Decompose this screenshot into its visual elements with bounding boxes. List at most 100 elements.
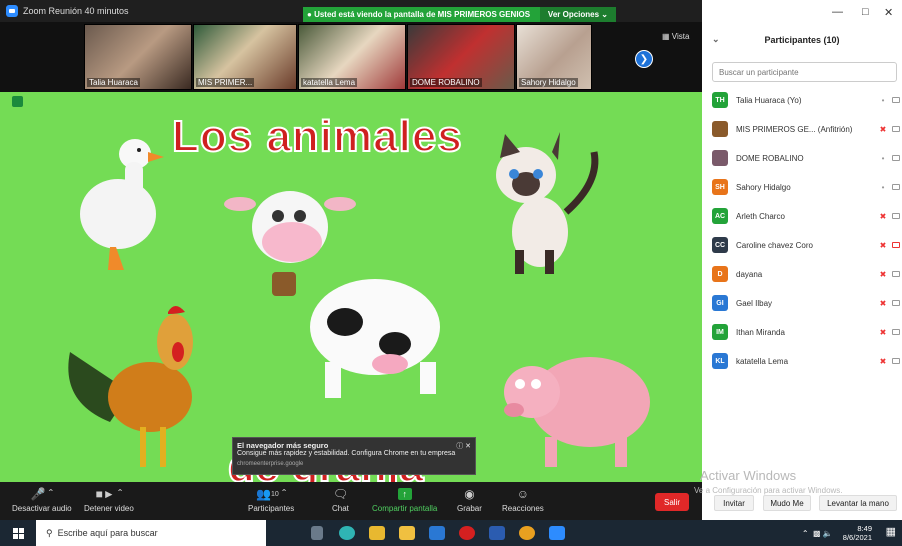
video-off-icon[interactable]: [892, 242, 900, 248]
mail-icon[interactable]: [422, 520, 452, 546]
thumbnail-name: Sahory Hidalgo: [519, 78, 578, 87]
share-banner-text: Usted está viendo la pantalla de MIS PRI…: [314, 10, 531, 19]
edge-icon[interactable]: [332, 520, 362, 546]
participant-row[interactable]: AC Arleth Charco ✖: [712, 203, 902, 229]
video-icon[interactable]: [892, 271, 900, 277]
shared-screen: Los animales El navegador más seguro Con…: [0, 92, 702, 482]
leave-label: Salir: [663, 497, 680, 507]
windows-taskbar: ⚲ Escribe aquí para buscar: [0, 520, 902, 546]
reactions-button[interactable]: ☺ Reacciones: [502, 484, 544, 513]
microphone-muted-icon[interactable]: ✖: [879, 357, 887, 366]
view-button[interactable]: ▦ Vista: [662, 32, 689, 41]
video-camera-icon: ■► ˆ: [95, 487, 123, 501]
video-thumbnail[interactable]: Talia Huaraca: [84, 24, 192, 90]
share-screen-label: Compartir pantalla: [372, 504, 438, 513]
participant-row[interactable]: DOME ROBALINO •: [712, 145, 902, 171]
share-screen-button[interactable]: ↑ Compartir pantalla: [372, 484, 437, 513]
windows-start-icon[interactable]: [0, 520, 36, 546]
tray-icons[interactable]: ⌃ ▩ 🔈: [802, 529, 833, 538]
video-icon[interactable]: [892, 213, 900, 219]
microphone-icon: 🎤 ˆ: [30, 487, 53, 501]
clock-time: 8:49: [857, 524, 872, 533]
video-icon[interactable]: [892, 155, 900, 161]
microphone-icon[interactable]: •: [879, 154, 887, 163]
video-icon[interactable]: [892, 126, 900, 132]
panel-header: ⌄ Participantes (10): [702, 27, 902, 52]
participant-row[interactable]: IM Ithan Miranda ✖: [712, 319, 902, 345]
view-label: Vista: [671, 32, 690, 41]
share-banner-message: ● Usted está viendo la pantalla de MIS P…: [307, 10, 531, 19]
chat-button[interactable]: 🗨 Chat: [332, 484, 349, 513]
microphone-icon[interactable]: •: [879, 183, 887, 192]
participant-row[interactable]: Ddayana ✖: [712, 261, 902, 287]
view-options-button[interactable]: Ver Opciones ⌄: [539, 7, 616, 22]
record-button[interactable]: ◉ Grabar: [457, 484, 482, 513]
participant-row[interactable]: SH Sahory Hidalgo •: [712, 174, 902, 200]
chrome-notification-toast[interactable]: El navegador más seguro Consigue más rap…: [232, 437, 476, 475]
participant-name: dayana: [736, 269, 763, 279]
word-icon[interactable]: [482, 520, 512, 546]
participant-row[interactable]: MIS PRIMEROS GE... (Anfitrión) ✖: [712, 116, 902, 142]
mute-me-label: Mudo Me: [770, 498, 804, 508]
video-icon[interactable]: [892, 97, 900, 103]
pig-image: [504, 357, 650, 467]
video-thumbnail[interactable]: DOME ROBALINO: [407, 24, 515, 90]
zoom-logo-icon: [6, 5, 18, 17]
store-icon[interactable]: [392, 520, 422, 546]
chrome-icon[interactable]: [512, 520, 542, 546]
taskbar-search-box[interactable]: ⚲ Escribe aquí para buscar: [36, 520, 266, 546]
view-options-label: Ver Opciones: [547, 10, 600, 19]
taskbar-clock[interactable]: 8:49 8/6/2021: [843, 524, 872, 542]
thumbnail-name: Talia Huaraca: [87, 78, 140, 87]
video-icon[interactable]: [892, 358, 900, 364]
stop-video-label: Detener video: [84, 504, 134, 513]
invite-button[interactable]: Invitar: [714, 495, 754, 511]
video-thumbnail[interactable]: MIS PRIMER...: [193, 24, 297, 90]
task-view-icon[interactable]: [302, 520, 332, 546]
participant-avatar: KL: [712, 353, 728, 369]
leave-button[interactable]: Salir: [655, 493, 689, 511]
video-thumbnail[interactable]: katatella Lema: [298, 24, 406, 90]
zoom-taskbar-icon[interactable]: [542, 520, 572, 546]
media-app-icon[interactable]: [452, 520, 482, 546]
video-icon[interactable]: [892, 329, 900, 335]
participant-search-input[interactable]: [712, 62, 897, 82]
next-page-arrow-icon[interactable]: ❯: [635, 50, 653, 68]
participant-avatar: TH: [712, 92, 728, 108]
mute-me-button[interactable]: Mudo Me: [763, 495, 811, 511]
microphone-muted-icon[interactable]: ✖: [879, 212, 887, 221]
system-tray: ⌃ ▩ 🔈 8:49 8/6/2021: [802, 520, 872, 546]
participant-row[interactable]: CC Caroline chavez Coro ✖: [712, 232, 902, 258]
activate-windows-watermark: Activar Windows: [700, 468, 797, 483]
microphone-muted-icon[interactable]: ✖: [879, 299, 887, 308]
close-icon[interactable]: ⓘ ✕: [456, 441, 471, 451]
raise-hand-label: Levantar la mano: [827, 498, 889, 508]
minimize-icon[interactable]: —: [832, 6, 843, 18]
video-icon[interactable]: [892, 300, 900, 306]
participants-button[interactable]: 👥 10 ˆ Participantes: [248, 484, 294, 513]
mute-audio-label: Desactivar audio: [12, 504, 72, 513]
notification-icon[interactable]: ▦: [886, 525, 896, 538]
participant-row[interactable]: GI Gael Ilbay ✖: [712, 290, 902, 316]
maximize-icon[interactable]: □: [862, 6, 869, 18]
microphone-icon[interactable]: •: [879, 96, 887, 105]
participant-row[interactable]: KL katatella Lema ✖: [712, 348, 902, 374]
toast-source: chromeenterprise.google: [237, 461, 304, 467]
share-screen-icon: ↑: [397, 484, 412, 504]
close-window-icon[interactable]: ✕: [884, 6, 893, 19]
participant-avatar: [712, 150, 728, 166]
video-thumbnail[interactable]: Sahory Hidalgo: [516, 24, 592, 90]
raise-hand-button[interactable]: Levantar la mano: [819, 495, 897, 511]
mute-audio-button[interactable]: 🎤 ˆ Desactivar audio: [12, 484, 72, 513]
microphone-muted-icon[interactable]: ✖: [879, 328, 887, 337]
chevron-down-icon[interactable]: ⌄: [712, 34, 720, 45]
chat-icon: 🗨: [332, 487, 349, 501]
microphone-muted-icon[interactable]: ✖: [879, 125, 887, 134]
microphone-muted-icon[interactable]: ✖: [879, 270, 887, 279]
cow-image: [224, 191, 440, 398]
video-icon[interactable]: [892, 184, 900, 190]
file-explorer-icon[interactable]: [362, 520, 392, 546]
participant-row[interactable]: TH Talia Huaraca (Yo) •: [712, 87, 902, 113]
stop-video-button[interactable]: ■► ˆ Detener video: [84, 484, 134, 513]
microphone-muted-icon[interactable]: ✖: [879, 241, 887, 250]
